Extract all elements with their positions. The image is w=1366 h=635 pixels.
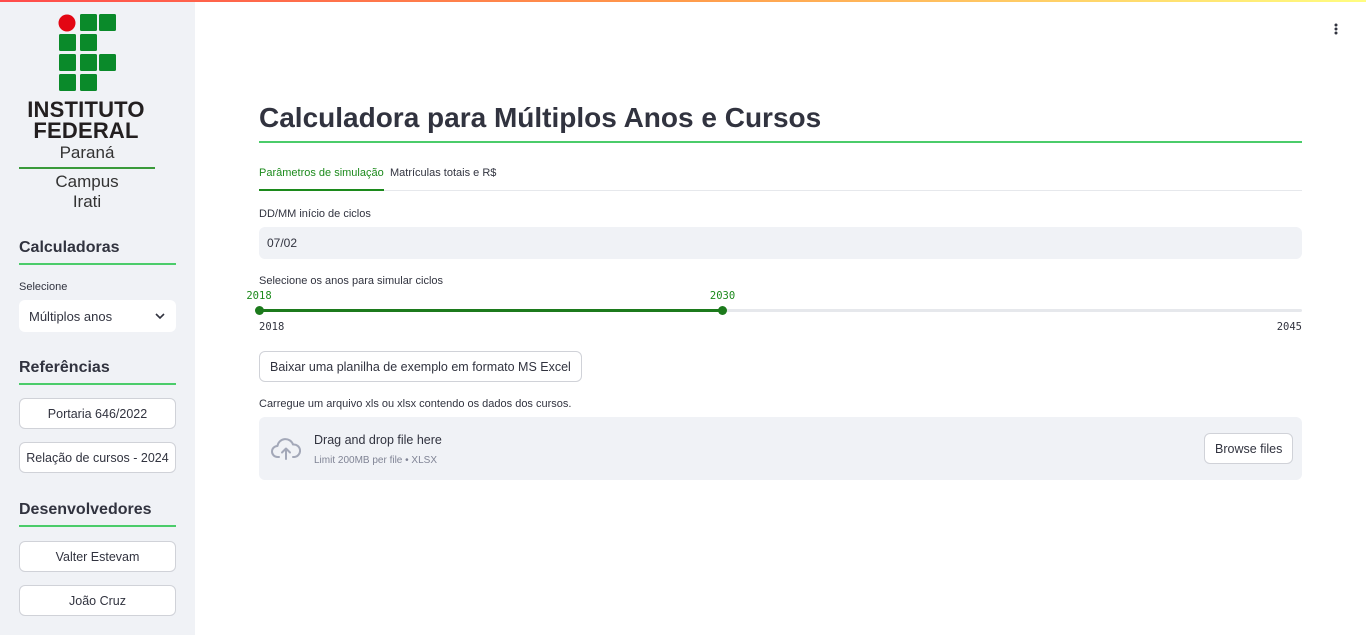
- logo-text-campus-name: Irati: [72, 192, 102, 211]
- date-input[interactable]: 07/02: [259, 227, 1302, 259]
- slider-max-label: 2045: [1276, 321, 1302, 333]
- portaria-button[interactable]: Portaria 646/2022: [19, 398, 176, 429]
- developers-heading: Desenvolvedores: [19, 501, 176, 527]
- developer-valter-button[interactable]: Valter Estevam: [19, 541, 176, 572]
- chevron-down-icon: [155, 313, 165, 320]
- date-input-value: 07/02: [267, 236, 298, 250]
- logo-text-federal: FEDERAL: [33, 118, 139, 143]
- page-title: Calculadora para Múltiplos Anos e Cursos: [259, 102, 1302, 143]
- dropzone-title: Drag and drop file here: [314, 433, 442, 447]
- slider-high-thumb[interactable]: [718, 306, 728, 315]
- dropzone-limit: Limit 200MB per file • XLSX: [314, 455, 437, 466]
- sidebar: INSTITUTO FEDERAL Paraná Campus Irati Ca…: [0, 2, 195, 635]
- date-field-label: DD/MM início de ciclos: [259, 208, 371, 220]
- slider-low-thumb[interactable]: [254, 306, 264, 315]
- calculator-select[interactable]: Múltiplos anos: [19, 300, 176, 332]
- calculators-heading: Calculadoras: [19, 239, 176, 265]
- slider-min-label: 2018: [259, 321, 285, 333]
- download-example-button[interactable]: Baixar uma planilha de exemplo em format…: [259, 351, 582, 382]
- logo-divider: [19, 167, 155, 169]
- top-decoration-bar: [0, 0, 1366, 2]
- references-heading: Referências: [19, 359, 176, 385]
- file-dropzone[interactable]: Drag and drop file here Limit 200MB per …: [259, 417, 1302, 480]
- tab-simulation-parameters[interactable]: Parâmetros de simulação: [259, 167, 384, 191]
- cloud-upload-icon: [271, 438, 301, 460]
- browse-files-button[interactable]: Browse files: [1204, 433, 1294, 464]
- logo-text-state: Paraná: [59, 143, 115, 162]
- year-slider-label: Selecione os anos para simular ciclos: [259, 275, 444, 287]
- developer-joao-button[interactable]: João Cruz: [19, 585, 176, 616]
- tab-total-enrollments[interactable]: Matrículas totais e R$: [390, 167, 496, 189]
- calculator-select-value: Múltiplos anos: [29, 308, 113, 324]
- slider-selected-range: [259, 309, 723, 312]
- course-list-button[interactable]: Relação de cursos - 2024: [19, 442, 176, 473]
- institution-logo: INSTITUTO FEDERAL Paraná Campus Irati: [0, 2, 195, 217]
- year-range-slider[interactable]: 2018 2030 2018 2045: [246, 290, 1302, 335]
- select-label: Selecione: [19, 281, 68, 293]
- main-menu-icon[interactable]: [1330, 20, 1342, 40]
- slider-low-value: 2018: [246, 290, 272, 302]
- tab-bar: Parâmetros de simulação Matrículas totai…: [259, 163, 1302, 191]
- upload-label: Carregue um arquivo xls ou xlsx contendo…: [259, 398, 572, 410]
- logo-grid-icon: [58, 14, 116, 91]
- slider-high-value: 2030: [709, 290, 736, 302]
- logo-text-campus: Campus: [55, 172, 119, 191]
